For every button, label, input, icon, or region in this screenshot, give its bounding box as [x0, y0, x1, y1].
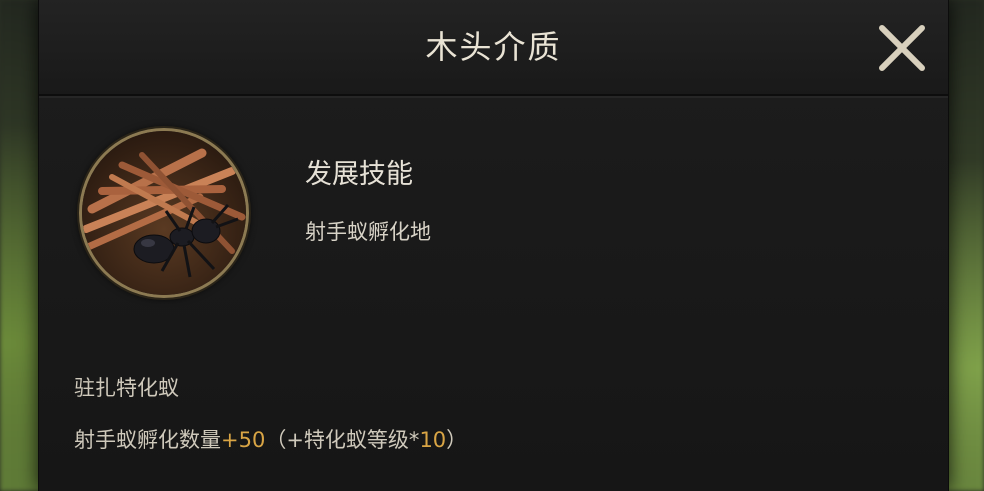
skill-label: 发展技能 [305, 159, 413, 190]
info-dialog: 木头介质 发展技能 射手蚁孵化地 驻扎特化蚁 射手蚁孵化数量+50（+特化蚁等级… [38, 0, 949, 491]
effect-prefix: 射手蚁孵化数量 [74, 428, 221, 452]
effect-suffix: ） [446, 428, 468, 452]
bonus-section-title: 驻扎特化蚁 [74, 376, 179, 400]
close-button[interactable] [876, 22, 928, 74]
dialog-title: 木头介质 [425, 28, 562, 66]
effect-multiplier: 10 [419, 428, 447, 452]
effect-mid: （+特化蚁等级* [265, 428, 420, 452]
bonus-effect: 射手蚁孵化数量+50（+特化蚁等级*10） [74, 424, 467, 454]
effect-value: +50 [221, 428, 266, 452]
close-icon [879, 25, 925, 71]
item-portrait [79, 128, 249, 298]
skill-value: 射手蚁孵化地 [305, 220, 431, 244]
wood-pile-ant-icon [82, 131, 246, 295]
dialog-header: 木头介质 [39, 0, 948, 98]
